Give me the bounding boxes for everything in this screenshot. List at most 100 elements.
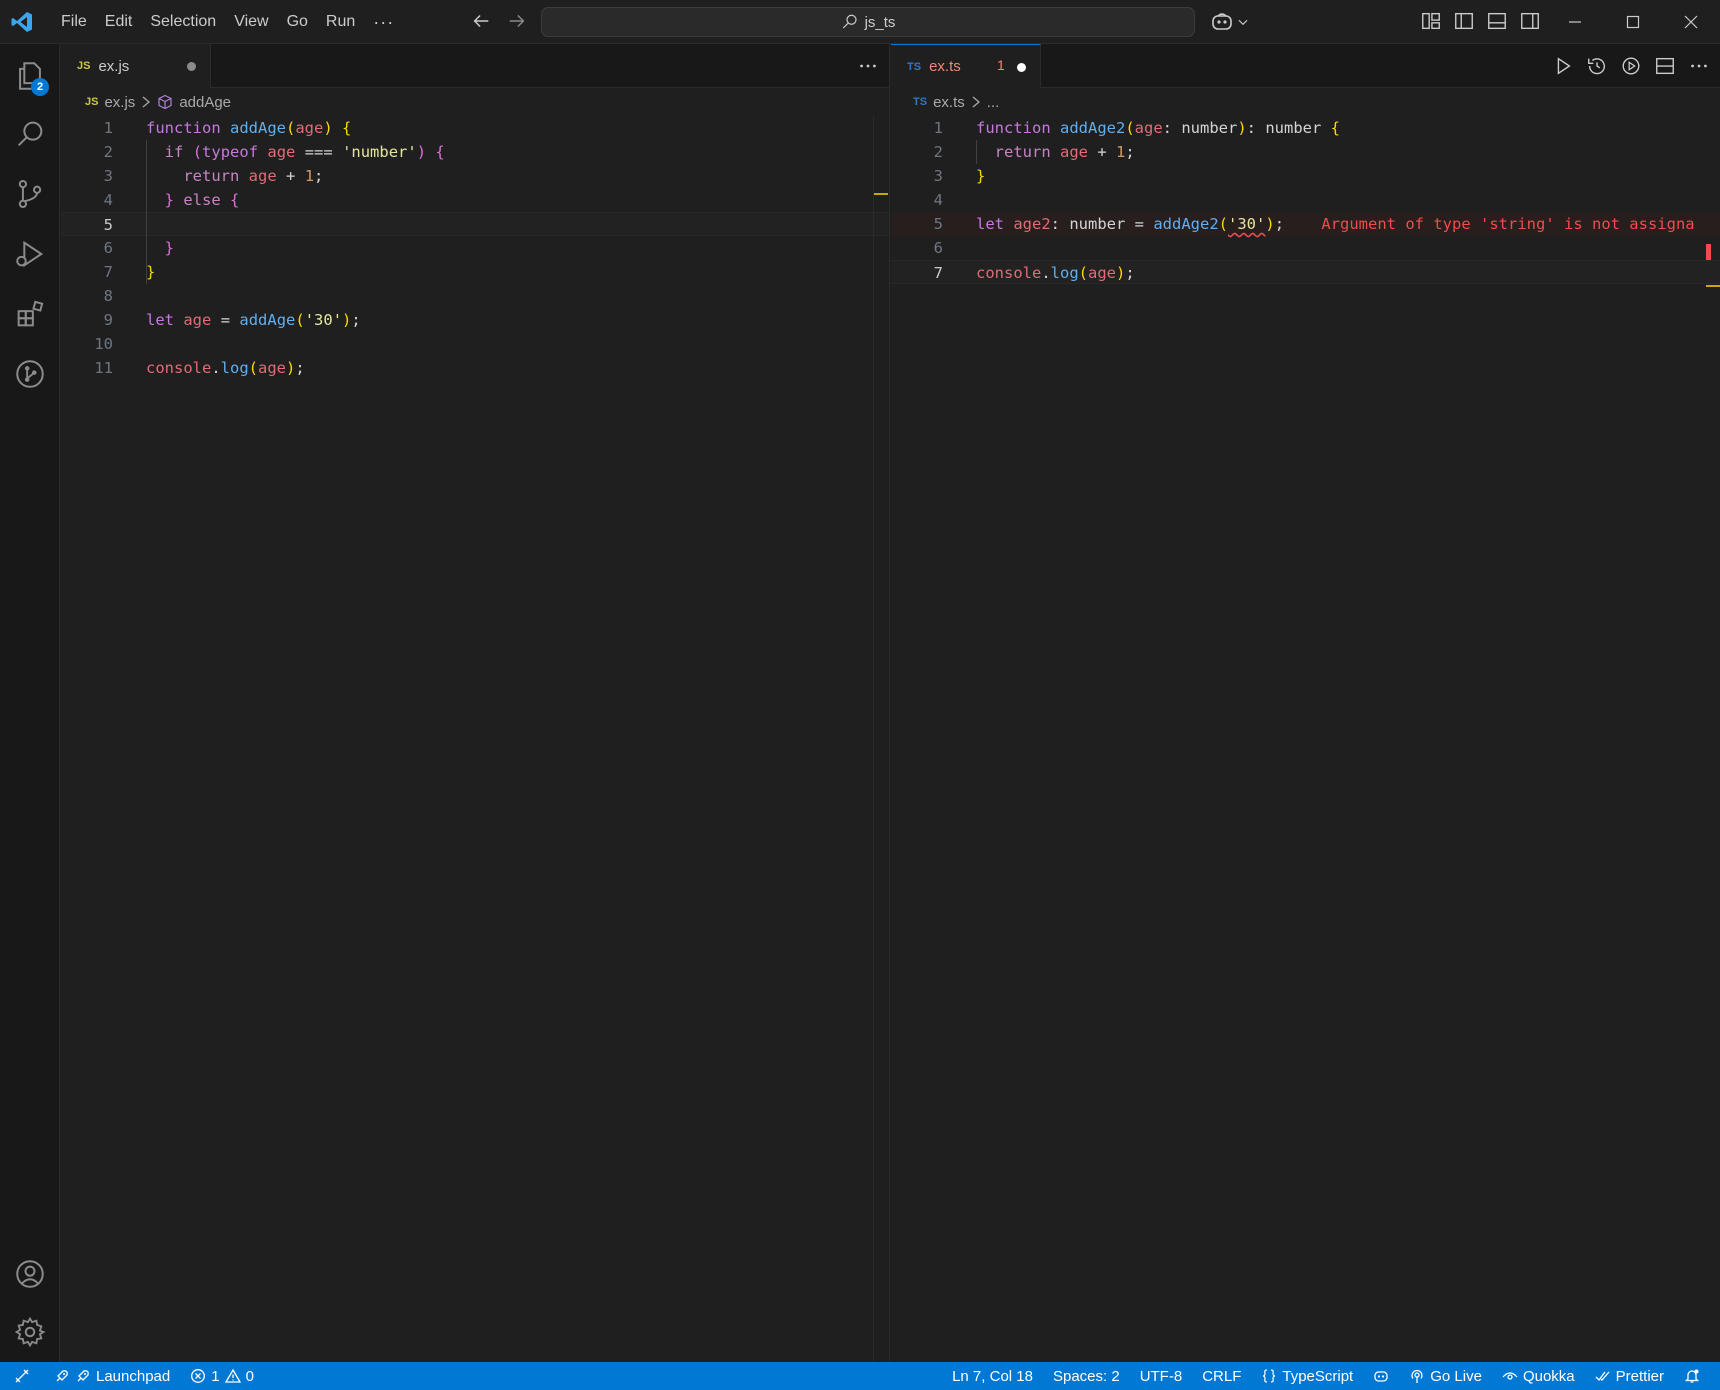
tab-bar-right: TS ex.ts 1 [891,44,1720,88]
close-button[interactable] [1662,0,1720,44]
eol-label: CRLF [1202,1367,1242,1385]
function-cube-icon [158,94,172,110]
code-editor-left[interactable]: 1 function addAge(age) { 2 if (typeof age… [61,116,889,380]
line-number: 4 [103,191,113,209]
status-bar-right: Ln 7, Col 18 Spaces: 2 UTF-8 CRLF TypeSc… [942,1362,1710,1390]
search-text: js_ts [864,13,896,31]
tab-ex-js[interactable]: JS ex.js [61,44,211,88]
status-bar-left: Launchpad 1 0 [0,1362,264,1390]
line-number: 7 [933,264,943,282]
scrollbar-warning-marker [1706,285,1720,287]
indent-guide [976,140,977,164]
more-actions-icon[interactable] [1688,55,1710,77]
source-control-icon [18,179,42,209]
gitlens-button[interactable] [0,346,60,402]
more-actions-icon[interactable] [857,55,879,77]
encoding[interactable]: UTF-8 [1130,1362,1193,1390]
remote-button[interactable] [0,1362,44,1390]
accounts-button[interactable] [0,1246,60,1302]
copilot-menu[interactable] [1210,10,1250,34]
menu-view[interactable]: View [225,13,277,31]
code-line: console.log(age); [976,264,1135,282]
quokka-button[interactable]: Quokka [1492,1362,1585,1390]
vertical-scrollbar[interactable] [873,116,874,1362]
tab-ex-ts[interactable]: TS ex.ts 1 [891,44,1041,88]
code-line: } else { [164,191,240,209]
search-icon [842,14,857,29]
line-number: 3 [103,167,113,185]
code-line: function addAge(age) { [146,119,352,137]
double-check-icon [1595,1371,1610,1381]
timeline-history-icon[interactable] [1586,55,1608,77]
line-number: 1 [103,119,113,137]
search-view-button[interactable] [0,106,60,162]
ts-file-icon: TS [907,60,922,73]
prettier-button[interactable]: Prettier [1585,1362,1674,1390]
menu-more[interactable]: ··· [364,12,403,33]
scrollbar-warning-marker [874,193,888,195]
customize-layout-icon[interactable] [1420,10,1442,32]
go-live-button[interactable]: Go Live [1399,1362,1492,1390]
menu-selection[interactable]: Selection [141,13,225,31]
quokka-run-icon[interactable] [1620,55,1642,77]
launchpad-button[interactable]: Launchpad [44,1362,180,1390]
cursor-position-label: Ln 7, Col 18 [952,1367,1033,1385]
breadcrumb-file[interactable]: ex.js [104,94,135,111]
navigation-arrows [470,10,528,32]
unsaved-dot-icon[interactable] [187,62,196,71]
copilot-status[interactable] [1363,1362,1399,1390]
line-number: 8 [103,287,113,305]
braces-icon [1263,1369,1276,1383]
extensions-button[interactable] [0,286,60,342]
js-file-icon: JS [77,60,91,72]
minimize-icon [1569,21,1581,23]
notifications-button[interactable] [1674,1362,1710,1390]
source-control-button[interactable] [0,166,60,222]
maximize-button[interactable] [1604,0,1662,44]
menu-run[interactable]: Run [317,13,364,31]
search-icon [17,121,43,147]
minimize-button[interactable] [1546,0,1604,44]
toggle-secondary-sidebar-icon[interactable] [1519,10,1541,32]
error-count: 1 [211,1367,220,1385]
gear-icon [14,1316,46,1348]
manage-button[interactable] [0,1304,60,1360]
toggle-panel-icon[interactable] [1486,10,1508,32]
breadcrumb-file[interactable]: ex.ts [933,94,965,111]
run-debug-button[interactable] [0,226,60,282]
code-editor-right[interactable]: 1 function addAge2(age: number): number {… [891,116,1720,284]
account-icon [16,1260,44,1288]
language-mode[interactable]: TypeScript [1251,1362,1363,1390]
code-line: } [146,263,156,281]
cursor-position[interactable]: Ln 7, Col 18 [942,1362,1043,1390]
ts-file-icon: TS [913,96,928,108]
forward-arrow-icon[interactable] [506,10,528,32]
back-arrow-icon[interactable] [470,10,492,32]
menu-file[interactable]: File [52,13,96,31]
menu-bar: File Edit Selection View Go Run ··· [52,0,403,44]
warning-icon [224,1368,241,1383]
line-number: 6 [103,239,113,257]
explorer-button[interactable]: 2 [0,48,60,104]
js-file-icon: JS [85,96,99,108]
copilot-icon [1374,1371,1388,1382]
breadcrumb-ellipsis[interactable]: ... [987,94,1000,111]
extensions-icon [17,300,44,327]
unsaved-dot-icon[interactable] [1017,63,1026,72]
run-icon[interactable] [1552,55,1574,77]
indentation[interactable]: Spaces: 2 [1043,1362,1130,1390]
problems-button[interactable]: 1 0 [180,1362,264,1390]
breadcrumb-symbol[interactable]: addAge [179,94,231,111]
chevron-right-icon [142,96,151,108]
split-editor-icon[interactable] [1654,55,1676,77]
menu-go[interactable]: Go [278,13,317,31]
command-center-search[interactable]: js_ts [541,7,1195,37]
run-debug-icon [16,240,44,268]
menu-edit[interactable]: Edit [96,13,142,31]
end-of-line[interactable]: CRLF [1192,1362,1251,1390]
toggle-primary-sidebar-icon[interactable] [1453,10,1475,32]
